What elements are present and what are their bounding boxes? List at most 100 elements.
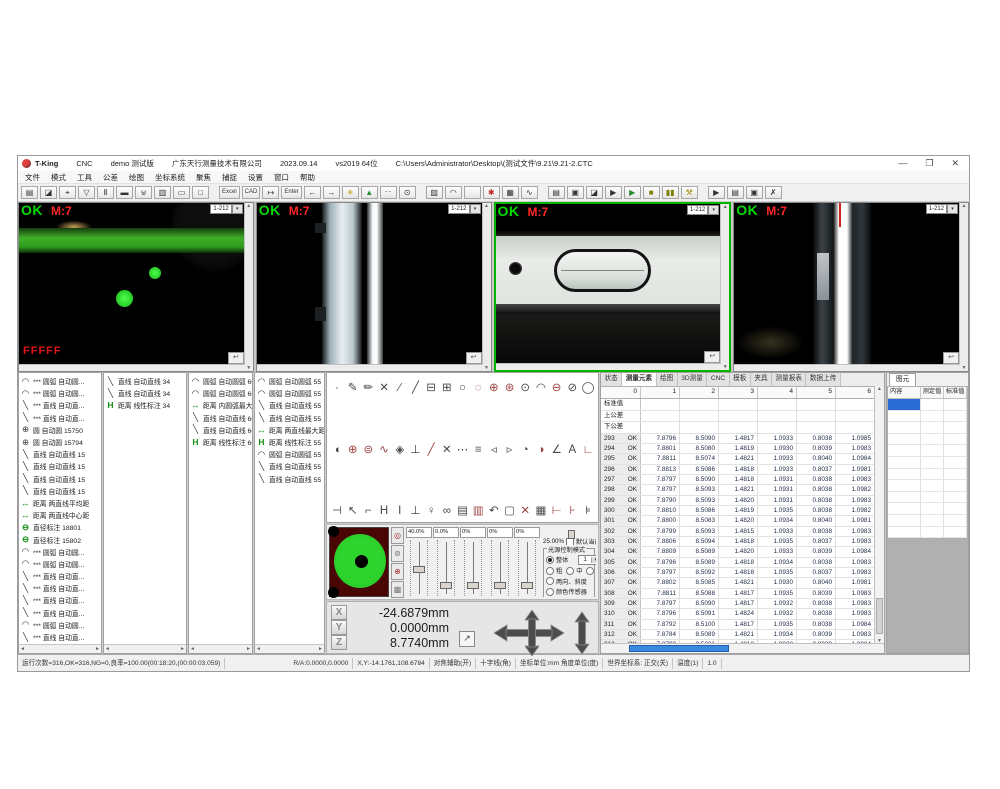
table-tab[interactable]: 绘图 <box>657 373 678 386</box>
element-list-item[interactable]: ↔距离 两直线中心距 <box>19 509 101 521</box>
tool-icon[interactable]: ⊦ <box>565 504 579 518</box>
tool-icon[interactable]: ∞ <box>440 504 454 518</box>
element-list-item[interactable]: ╲直线 自动直线 55 <box>255 460 324 472</box>
columns-button[interactable]: ▥ <box>154 186 171 199</box>
tab-element[interactable]: 图元 <box>889 373 916 386</box>
folder-button[interactable]: ◪ <box>586 186 603 199</box>
tool-icon[interactable]: ⊙ <box>518 381 532 395</box>
light-mode-radio[interactable]: 中 <box>566 566 582 575</box>
camera-4-horizontal-scrollbar[interactable] <box>734 364 960 371</box>
element-list-item[interactable]: ◠*** 圆弧 自动圆... <box>19 619 101 631</box>
tool-icon[interactable]: ◔ <box>518 443 532 457</box>
jog-arrows-icon[interactable] <box>494 610 590 661</box>
close-button[interactable]: ✕ <box>951 158 959 169</box>
measurement-row[interactable]: 308OK7.88118.50881.48171.09350.80391.098… <box>601 589 875 599</box>
element-list-item[interactable]: ⊕圆 自动圆 15750 <box>19 424 101 436</box>
detail-row[interactable] <box>888 480 967 492</box>
ring-light-preview[interactable] <box>329 527 389 597</box>
light-mode-radio[interactable]: 两向、斜度 <box>546 577 587 586</box>
menu-item[interactable]: 公差 <box>103 172 118 183</box>
element-list-item[interactable]: ◠*** 圆弧 自动圆... <box>19 387 101 399</box>
table-tab[interactable]: CNC <box>707 373 729 386</box>
element-list-item[interactable]: H距离 线性标注 66 <box>189 436 252 448</box>
tool-icon[interactable]: ⊣ <box>330 504 344 518</box>
tool-icon[interactable]: ⊞ <box>440 381 454 395</box>
light-channel-slider[interactable] <box>518 540 536 596</box>
scrollbar-thumb[interactable] <box>876 598 883 634</box>
table-horizontal-scrollbar[interactable] <box>601 643 884 653</box>
goto-origin-button[interactable]: ↗ <box>459 631 475 647</box>
detail-row[interactable] <box>888 422 967 434</box>
table-tab[interactable]: 模板 <box>730 373 751 386</box>
element-list-item[interactable]: H距离 线性标注 55 <box>255 436 324 448</box>
tool-icon[interactable]: ⊧ <box>581 504 595 518</box>
run-button[interactable]: ▶ <box>708 186 725 199</box>
detail-row[interactable] <box>888 503 967 515</box>
measurement-row[interactable]: 294OK7.88018.50801.48191.09300.80391.098… <box>601 444 875 454</box>
printer-button[interactable]: □ <box>192 186 209 199</box>
element-list-item[interactable]: ◠圆弧 自动圆弧 66 <box>189 375 252 387</box>
tool-icon[interactable]: ◃ <box>487 443 501 457</box>
block-button[interactable]: ▭ <box>173 186 190 199</box>
camera-panel-1[interactable]: OK M:7 FFFFF 1-212 ▾ ▲▼ ↩ <box>18 202 254 372</box>
cut-button[interactable]: ✗ <box>765 186 782 199</box>
element-list-item[interactable]: ◠圆弧 自动圆弧 66 <box>189 387 252 399</box>
element-list-item[interactable]: ╲*** 直线 自动直... <box>19 607 101 619</box>
measurement-row[interactable]: 310OK7.87968.50911.48241.09320.80381.098… <box>601 609 875 619</box>
spinner-value[interactable]: 1-212 <box>448 204 469 214</box>
excel-button[interactable]: Excel <box>219 186 240 199</box>
play-to-end-button[interactable]: ▶ <box>624 186 641 199</box>
list-horizontal-scrollbar[interactable]: ◄► <box>189 644 252 653</box>
light-mode-radio[interactable]: 颜色传感器 <box>546 587 587 596</box>
camera-2-vertical-scrollbar[interactable]: ▲▼ <box>482 203 491 371</box>
element-list-1[interactable]: ◠*** 圆弧 自动圆...◠*** 圆弧 自动圆...╲*** 直线 自动直.… <box>18 372 102 654</box>
light-channel-slider[interactable] <box>491 540 509 596</box>
element-list-item[interactable]: ◠圆弧 自动圆弧 55 <box>255 387 324 399</box>
tool-icon[interactable]: ⊥ <box>408 504 422 518</box>
camera-1-horizontal-scrollbar[interactable] <box>19 364 245 371</box>
light-mode-radio[interactable]: 整体 <box>546 555 568 564</box>
tool-icon[interactable]: ◖ <box>330 443 344 457</box>
measurement-row[interactable]: 297OK7.87978.50901.48181.09310.80381.098… <box>601 475 875 485</box>
spinner-value[interactable]: 1-212 <box>687 205 708 215</box>
measurement-row[interactable]: 312OK7.87848.50891.48211.09340.80391.098… <box>601 630 875 640</box>
tool-icon[interactable]: ⊕ <box>346 443 360 457</box>
table-tab[interactable]: 夹具 <box>751 373 772 386</box>
element-list-item[interactable]: ╲直线 自动直线 55 <box>255 399 324 411</box>
tool-icon[interactable]: ✕ <box>440 443 454 457</box>
grid-button[interactable]: ▦ <box>502 186 519 199</box>
tool-icon[interactable]: ⊜ <box>361 443 375 457</box>
measurement-row[interactable]: 296OK7.88138.50861.48181.09330.80371.098… <box>601 465 875 475</box>
element-list-item[interactable]: ╲直线 自动直线 55 <box>255 412 324 424</box>
detail-row[interactable] <box>888 515 967 527</box>
edge-detect-button[interactable]: Ⅱ <box>97 186 114 199</box>
tool-icon[interactable]: A <box>565 443 579 457</box>
element-list-2[interactable]: ╲直线 自动直线 34╲直线 自动直线 34H距离 线性标注 34◄► <box>103 372 187 654</box>
locate-point-button[interactable]: ⌖ <box>59 186 76 199</box>
ring-light-mode-icon[interactable]: ⊚ <box>391 545 404 562</box>
tool-icon[interactable]: ⋯ <box>456 443 470 457</box>
magnifier-button[interactable]: ⊙ <box>399 186 416 199</box>
chart-button[interactable]: ∿ <box>521 186 538 199</box>
tool-icon[interactable]: ✎ <box>346 381 360 395</box>
camera-2-horizontal-scrollbar[interactable] <box>257 364 483 371</box>
tool-icon[interactable]: ◑ <box>534 443 548 457</box>
hatch-button[interactable]: ▨ <box>426 186 443 199</box>
spinner-value[interactable]: 1-212 <box>210 204 231 214</box>
element-list-item[interactable]: ╲直线 自动直线 34 <box>104 387 186 399</box>
camera-4-reset-view-button[interactable]: ↩ <box>943 352 959 364</box>
menu-item[interactable]: 窗口 <box>274 172 289 183</box>
measurement-row[interactable]: 299OK7.87908.50931.48201.09310.80381.098… <box>601 496 875 506</box>
camera-1-image[interactable]: OK M:7 FFFFF 1-212 ▾ <box>19 203 244 371</box>
pause-button[interactable]: ▮▮ <box>662 186 679 199</box>
tool-icon[interactable]: ▦ <box>534 504 548 518</box>
measurement-row[interactable]: 311OK7.87928.51001.48171.09350.80381.098… <box>601 620 875 630</box>
element-list-item[interactable]: H距离 线性标注 34 <box>104 399 186 411</box>
measurement-row[interactable]: 307OK7.88028.50851.48211.09300.80401.098… <box>601 578 875 588</box>
tool-icon[interactable]: ∠ <box>550 443 564 457</box>
element-list-item[interactable]: ╲直线 自动直线 15 <box>19 448 101 460</box>
tool-icon[interactable]: ⌐ <box>361 504 375 518</box>
table-tab[interactable]: 测量元素 <box>622 373 656 386</box>
list-horizontal-scrollbar[interactable]: ◄► <box>104 644 186 653</box>
camera-1-magnification-spinner[interactable]: 1-212 ▾ <box>210 204 242 214</box>
